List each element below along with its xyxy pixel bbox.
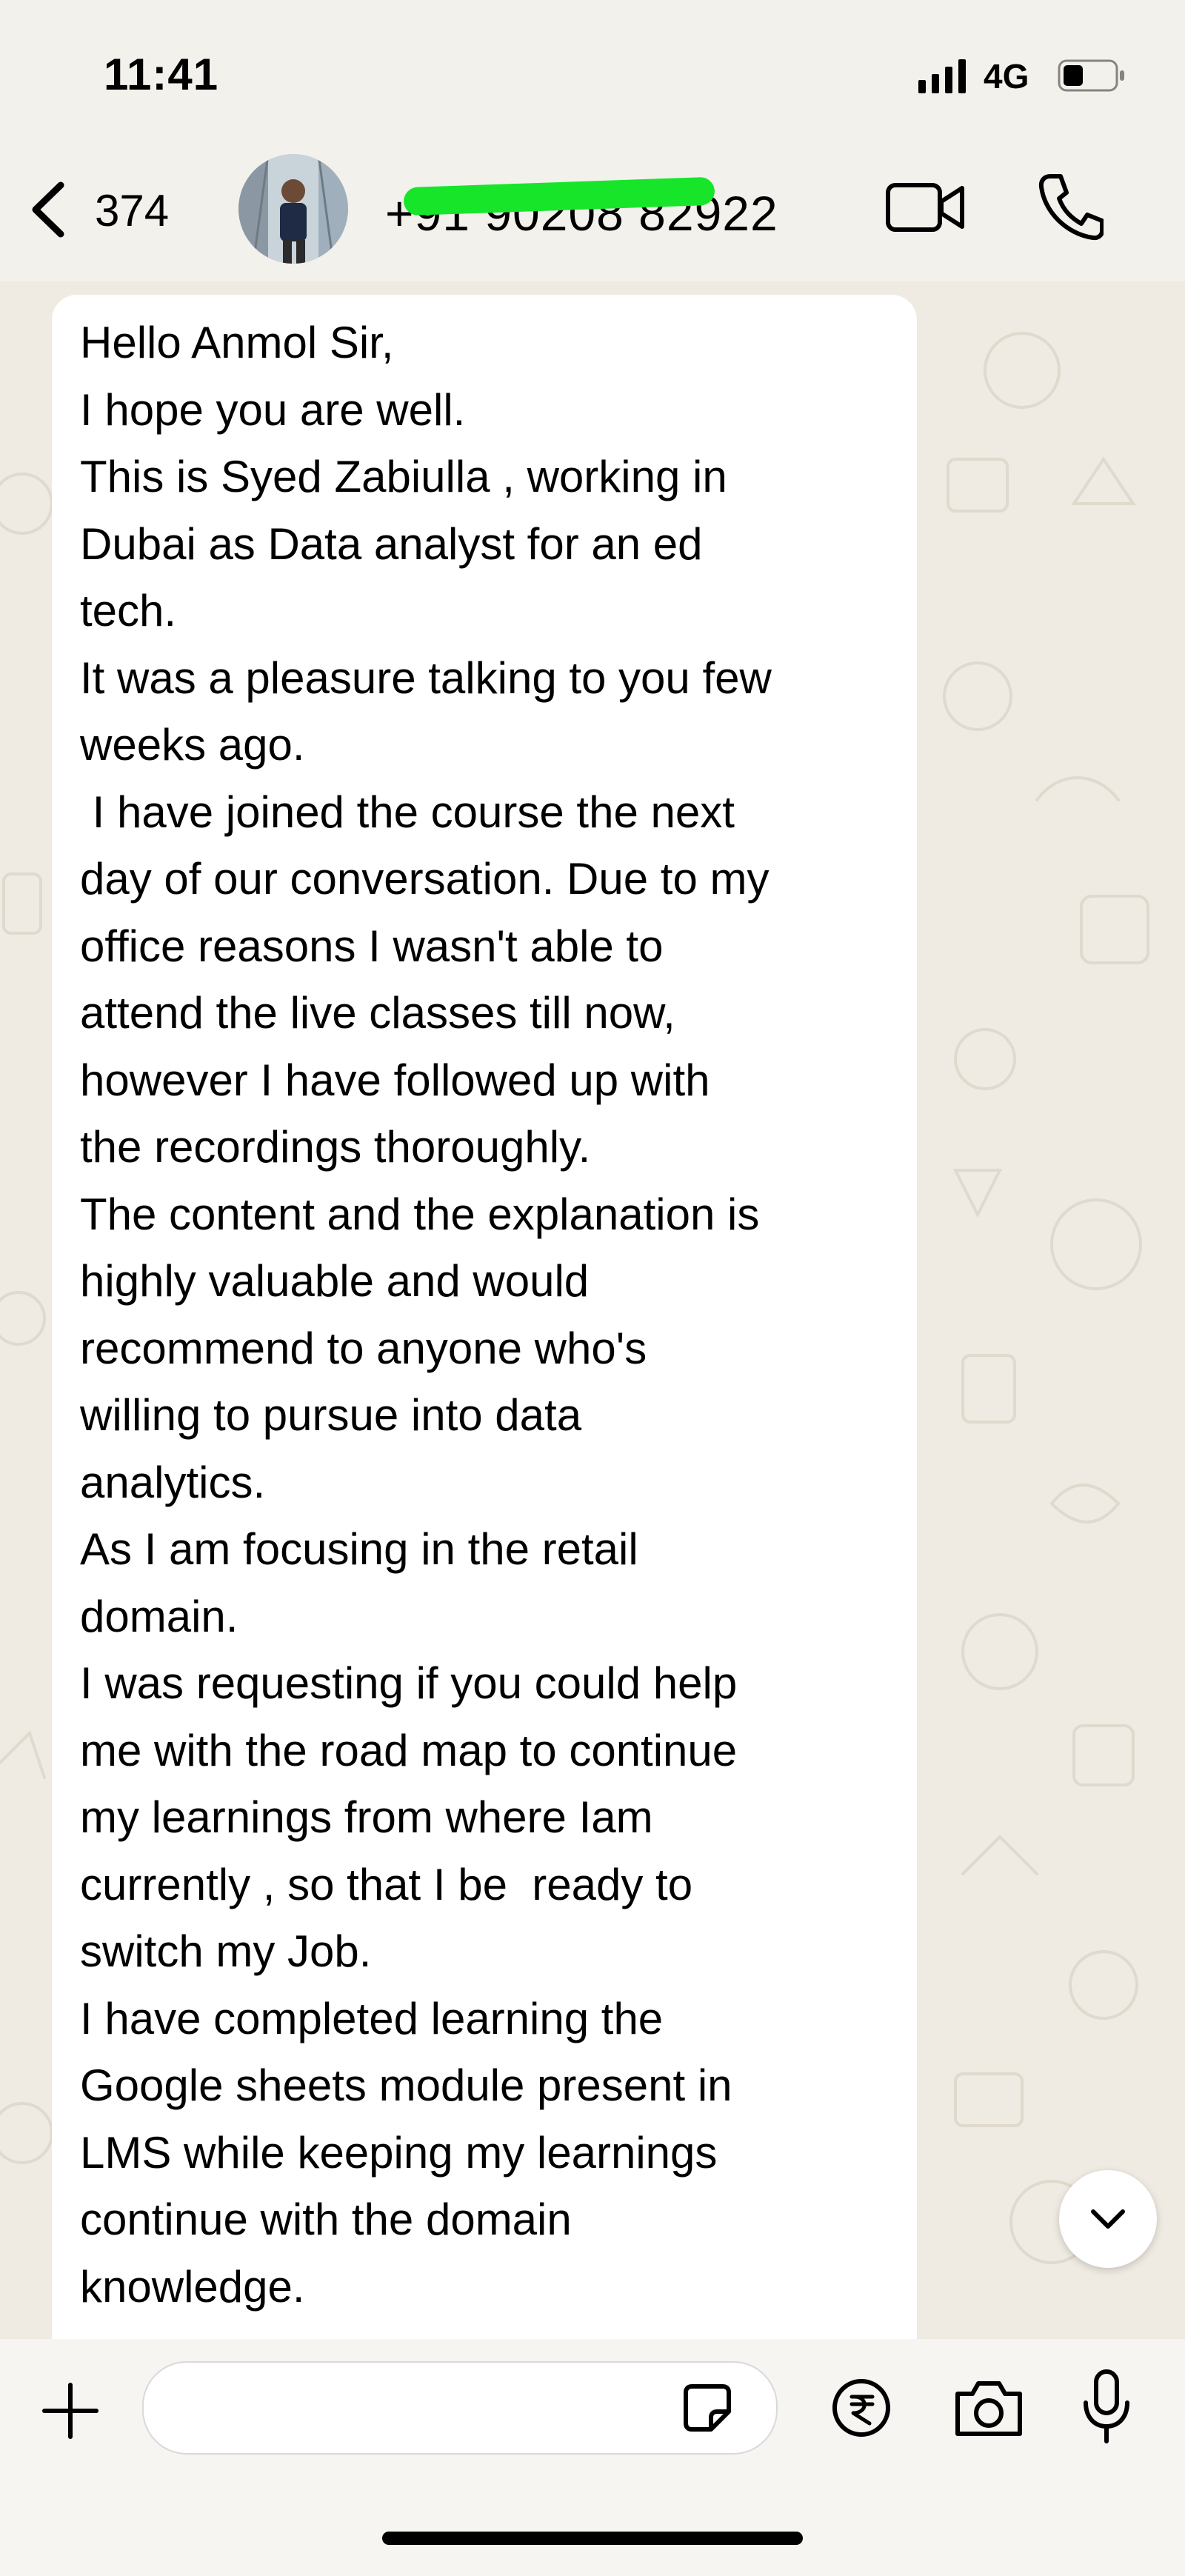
- signal-icon: [918, 59, 966, 93]
- status-time: 11:41: [104, 50, 219, 99]
- contact-avatar[interactable]: [238, 154, 348, 264]
- scroll-to-bottom-button[interactable]: [1059, 2170, 1157, 2268]
- rupee-payment-icon[interactable]: [831, 2378, 892, 2438]
- chevron-down-icon: [1091, 2209, 1125, 2229]
- voice-call-icon[interactable]: [1037, 172, 1104, 242]
- video-call-icon[interactable]: [885, 178, 967, 237]
- plus-icon[interactable]: [37, 2378, 104, 2444]
- status-bar: 11:41 4G: [0, 0, 1185, 148]
- back-chevron-icon[interactable]: [22, 176, 74, 243]
- battery-icon: [1058, 59, 1124, 92]
- network-type: 4G: [984, 57, 1029, 96]
- unread-count[interactable]: 374: [95, 185, 169, 236]
- sticker-icon[interactable]: [681, 2382, 733, 2434]
- microphone-icon[interactable]: [1080, 2367, 1133, 2447]
- camera-icon[interactable]: [952, 2376, 1026, 2440]
- home-indicator: [382, 2532, 803, 2545]
- message-text: Hello Anmol Sir, I hope you are well. Th…: [80, 318, 772, 2312]
